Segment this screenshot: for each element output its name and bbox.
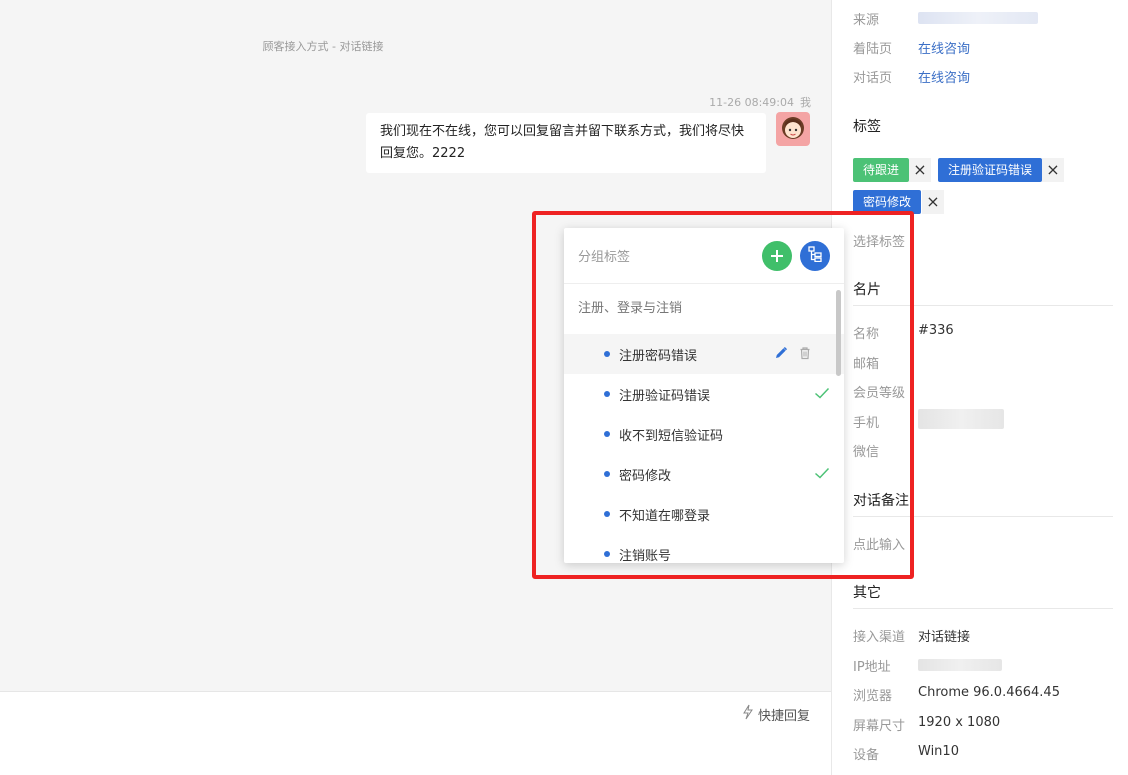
remove-tag-register-code-error-button[interactable]: × — [1042, 158, 1064, 182]
tag-option[interactable]: 密码修改 — [564, 454, 844, 494]
level-row: 会员等级 — [853, 382, 918, 401]
card-title: 名片 — [853, 282, 881, 298]
lightning-icon — [742, 704, 754, 724]
dropdown-scrollbar[interactable] — [836, 290, 841, 376]
device-row: 设备 Win10 — [853, 744, 959, 763]
screen-row: 屏幕尺寸 1920 x 1080 — [853, 715, 1000, 734]
user-avatar-icon — [776, 112, 810, 146]
landing-row: 着陆页 在线咨询 — [853, 38, 970, 57]
browser-row: 浏览器 Chrome 96.0.4664.45 — [853, 685, 1060, 704]
channel-label: 接入渠道 — [853, 630, 906, 645]
bullet-icon — [604, 391, 610, 397]
remove-tag-pending-button[interactable]: × — [909, 158, 931, 182]
system-message: 顾客接入方式 - 对话链接 — [262, 40, 384, 53]
channel-row: 接入渠道 对话链接 — [853, 626, 970, 645]
wechat-label: 微信 — [853, 445, 880, 460]
tag-option[interactable]: 注册密码错误 — [564, 334, 844, 374]
chat-page-row: 对话页 在线咨询 — [853, 67, 970, 86]
bullet-icon — [604, 511, 610, 517]
divider — [853, 516, 1113, 517]
source-value-redacted — [918, 12, 1038, 24]
composer: 快捷回复 — [0, 691, 832, 775]
tag-register-code-error: 注册验证码错误 — [938, 158, 1043, 182]
quick-reply-label: 快捷回复 — [757, 708, 810, 724]
landing-label: 着陆页 — [853, 42, 893, 57]
level-label: 会员等级 — [853, 386, 906, 401]
divider — [853, 305, 1113, 306]
message-meta: 11-26 08:49:04 我 — [709, 94, 811, 110]
trash-icon[interactable] — [798, 346, 812, 364]
tag-option-tools — [774, 346, 812, 364]
close-icon: × — [1046, 160, 1060, 179]
tag-option-label: 不知道在哪登录 — [619, 508, 711, 524]
ip-value-redacted — [918, 659, 1002, 671]
tag-option-label: 注销账号 — [619, 548, 672, 564]
close-icon: × — [926, 192, 940, 211]
bullet-icon — [604, 471, 610, 477]
notes-title: 对话备注 — [853, 493, 909, 509]
tag-option-label: 收不到短信验证码 — [619, 428, 724, 444]
tag-option[interactable]: 不知道在哪登录 — [564, 494, 844, 534]
other-title: 其它 — [853, 585, 881, 601]
add-tag-button[interactable] — [762, 240, 792, 271]
plus-icon — [770, 244, 784, 268]
channel-value: 对话链接 — [918, 630, 971, 645]
close-icon: × — [913, 160, 927, 179]
check-icon — [814, 386, 830, 404]
divider — [853, 608, 1113, 609]
chat-page-label: 对话页 — [853, 71, 893, 86]
dropdown-title: 分组标签 — [578, 250, 631, 265]
tags-title: 标签 — [853, 119, 881, 135]
tag-group-dropdown: 分组标签 注册、登录与注销 注册密码错误 注册验证码错误 收不到短信验证码 密码… — [564, 228, 844, 563]
ip-label: IP地址 — [853, 660, 891, 675]
notes-input[interactable]: 点此输入 — [853, 534, 905, 553]
screen-label: 屏幕尺寸 — [853, 719, 906, 734]
browser-label: 浏览器 — [853, 689, 893, 704]
visitor-info-panel: 来源 着陆页 在线咨询 对话页 在线咨询 标签 待跟进 × 注册验证码错误 × … — [831, 0, 1128, 775]
chat-page-link[interactable]: 在线咨询 — [918, 67, 970, 86]
dropdown-header: 分组标签 — [564, 228, 844, 284]
remove-tag-password-change-button[interactable]: × — [922, 190, 944, 214]
tag-password-change: 密码修改 — [853, 190, 922, 214]
name-label: 名称 — [853, 327, 880, 342]
email-label: 邮箱 — [853, 357, 880, 372]
manage-groups-button[interactable] — [800, 240, 830, 271]
message-sender: 我 — [800, 96, 811, 109]
device-label: 设备 — [853, 748, 880, 763]
bullet-icon — [604, 551, 610, 557]
browser-value: Chrome 96.0.4664.45 — [918, 685, 1060, 700]
message-time: 11-26 08:49:04 — [709, 96, 794, 109]
tag-option-label: 注册验证码错误 — [619, 388, 711, 404]
edit-icon[interactable] — [774, 346, 788, 364]
landing-link[interactable]: 在线咨询 — [918, 38, 970, 57]
select-tags-trigger[interactable]: 选择标签 — [853, 231, 905, 250]
device-value: Win10 — [918, 744, 959, 759]
phone-value-redacted — [918, 409, 1004, 429]
tag-option[interactable]: 收不到短信验证码 — [564, 414, 844, 454]
phone-row: 手机 — [853, 409, 1004, 431]
email-row: 邮箱 — [853, 353, 918, 372]
name-row: 名称 #336 — [853, 323, 954, 342]
dropdown-group-label: 注册、登录与注销 — [578, 301, 683, 316]
tag-option-label: 注册密码错误 — [619, 348, 698, 364]
ip-row: IP地址 — [853, 656, 1002, 675]
tag-option[interactable]: 注册验证码错误 — [564, 374, 844, 414]
tree-icon — [807, 245, 823, 266]
bullet-icon — [604, 351, 610, 357]
source-row: 来源 — [853, 9, 1038, 28]
tag-option[interactable]: 注销账号 — [564, 534, 844, 563]
phone-label: 手机 — [853, 416, 880, 431]
message-bubble: 我们现在不在线，您可以回复留言并留下联系方式，我们将尽快回复您。2222 — [366, 113, 766, 173]
source-label: 来源 — [853, 13, 880, 28]
wechat-row: 微信 — [853, 441, 918, 460]
tag-pending: 待跟进 — [853, 158, 910, 182]
screen-value: 1920 x 1080 — [918, 715, 1001, 730]
check-icon — [814, 466, 830, 484]
tag-option-label: 密码修改 — [619, 468, 672, 484]
name-value[interactable]: #336 — [918, 323, 954, 342]
bullet-icon — [604, 431, 610, 437]
quick-reply-button[interactable]: 快捷回复 — [742, 704, 810, 724]
